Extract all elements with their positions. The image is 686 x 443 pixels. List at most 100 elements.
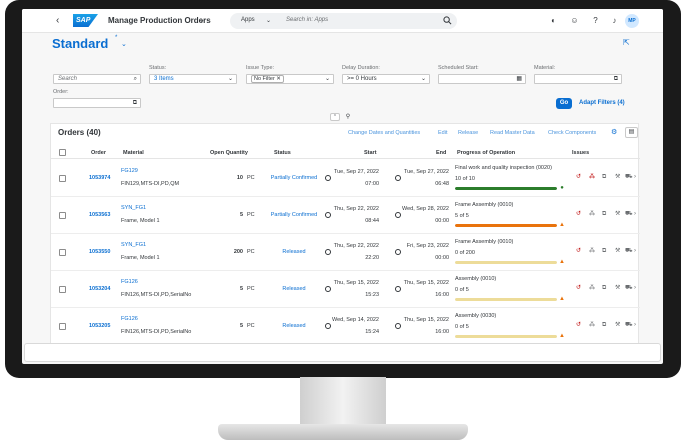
app-title[interactable]: Manage Production Orders: [108, 16, 211, 25]
order-link[interactable]: 1053204: [89, 286, 110, 292]
material-link[interactable]: FG129: [121, 168, 138, 174]
truck-icon[interactable]: ⛟: [625, 322, 633, 328]
pin-icon[interactable]: ⚲: [343, 113, 353, 121]
read-master-data-button[interactable]: Read Master Data: [490, 130, 535, 136]
tools-icon[interactable]: ⚒: [615, 248, 620, 254]
gear-icon[interactable]: ⚙: [611, 128, 617, 136]
start-filter-date[interactable]: ▦: [438, 74, 526, 84]
avatar[interactable]: MP: [625, 14, 639, 28]
material-link[interactable]: SYN_FG1: [121, 242, 146, 248]
edit-button[interactable]: Edit: [438, 130, 447, 136]
search-input[interactable]: Search in: Apps: [286, 17, 328, 23]
delay-icon[interactable]: ↺: [576, 285, 581, 291]
delay-icon[interactable]: ↺: [576, 248, 581, 254]
value-help-icon[interactable]: ⧉: [133, 99, 137, 107]
select-all-checkbox[interactable]: [59, 149, 66, 156]
shell-search[interactable]: Apps ⌄ Search in: Apps: [230, 13, 457, 29]
help-icon[interactable]: ?: [590, 15, 601, 26]
search-icon[interactable]: ⌕: [134, 75, 137, 83]
material-filter-input[interactable]: ⧉: [534, 74, 622, 84]
row-checkbox[interactable]: [59, 212, 66, 219]
adapt-filters-button[interactable]: Adapt Filters (4): [579, 100, 625, 106]
components-icon[interactable]: ⧉: [602, 174, 606, 180]
chevron-right-icon[interactable]: ›: [634, 211, 636, 217]
status-link[interactable]: Released: [257, 286, 331, 292]
col-start[interactable]: Start: [364, 150, 377, 156]
components-icon[interactable]: ⧉: [602, 248, 606, 254]
chevron-down-icon[interactable]: ⌄: [121, 40, 127, 48]
order-link[interactable]: 1053974: [89, 175, 110, 181]
search-scope-select[interactable]: Apps: [241, 17, 255, 23]
collapse-header-icon[interactable]: ⌃: [330, 113, 340, 121]
material-link[interactable]: SYN_FG1: [121, 205, 146, 211]
accessibility-icon[interactable]: ◐: [548, 15, 559, 26]
calendar-icon[interactable]: ▦: [516, 75, 522, 83]
filter-token[interactable]: No Filter ✕: [251, 75, 284, 83]
status-link[interactable]: Partially Confirmed: [257, 175, 331, 181]
view-settings-icon[interactable]: ▤: [625, 127, 638, 138]
table-row[interactable]: 1053205 FG126 FIN126,MTS-DI,PD,SerialNo …: [51, 308, 640, 345]
chevron-down-icon[interactable]: ⌄: [325, 75, 330, 83]
tools-icon[interactable]: ⚒: [615, 322, 620, 328]
share-icon[interactable]: ⇱: [623, 38, 630, 47]
status-link[interactable]: Released: [257, 249, 331, 255]
chevron-right-icon[interactable]: ›: [634, 174, 636, 180]
table-row[interactable]: 1053204 FG126 FIN126,MTS-DI,PD,SerialNo …: [51, 271, 640, 308]
col-material[interactable]: Material: [123, 150, 144, 156]
material-link[interactable]: FG126: [121, 279, 138, 285]
truck-icon[interactable]: ⛟: [625, 174, 633, 180]
tools-icon[interactable]: ⚒: [615, 211, 620, 217]
hierarchy-icon[interactable]: ⁂: [589, 285, 595, 291]
chevron-right-icon[interactable]: ›: [634, 248, 636, 254]
col-progress[interactable]: Progress of Operation: [457, 150, 515, 156]
components-icon[interactable]: ⧉: [602, 211, 606, 217]
order-link[interactable]: 1053205: [89, 323, 110, 329]
issue-filter-input[interactable]: No Filter ✕ ⌄: [246, 74, 334, 84]
chevron-down-icon[interactable]: ⌄: [228, 75, 233, 83]
chevron-right-icon[interactable]: ›: [634, 285, 636, 291]
release-button[interactable]: Release: [458, 130, 478, 136]
components-icon[interactable]: ⧉: [602, 322, 606, 328]
table-row[interactable]: 1053974 FG129 FIN129,MTS-DI,PD,QM 10 PC …: [51, 160, 640, 197]
chevron-right-icon[interactable]: ›: [634, 322, 636, 328]
status-link[interactable]: Partially Confirmed: [257, 212, 331, 218]
status-link[interactable]: Released: [257, 323, 331, 329]
order-link[interactable]: 1053563: [89, 212, 110, 218]
row-checkbox[interactable]: [59, 175, 66, 182]
col-issues[interactable]: Issues: [572, 150, 589, 156]
chevron-down-icon[interactable]: ⌄: [421, 75, 426, 83]
order-filter-input[interactable]: ⧉: [53, 98, 141, 108]
col-open-qty[interactable]: Open Quantity: [210, 150, 248, 156]
notification-icon[interactable]: ♪: [609, 15, 620, 26]
change-dates-button[interactable]: Change Dates and Quantities: [348, 130, 420, 136]
truck-icon[interactable]: ⛟: [625, 248, 633, 254]
table-row[interactable]: 1053550 SYN_FG1 Frame, Model 1 200 PC Re…: [51, 234, 640, 271]
hierarchy-icon[interactable]: ⁂: [589, 322, 595, 328]
hierarchy-icon[interactable]: ⁂: [589, 211, 595, 217]
delay-icon[interactable]: ↺: [576, 322, 581, 328]
row-checkbox[interactable]: [59, 249, 66, 256]
row-checkbox[interactable]: [59, 286, 66, 293]
table-row[interactable]: 1053563 SYN_FG1 Frame, Model 1 5 PC Part…: [51, 197, 640, 234]
truck-icon[interactable]: ⛟: [625, 285, 633, 291]
delay-icon[interactable]: ↺: [576, 174, 581, 180]
delay-filter-select[interactable]: >= 0 Hours ⌄: [342, 74, 430, 84]
hierarchy-icon[interactable]: ⁂: [589, 174, 595, 180]
row-checkbox[interactable]: [59, 323, 66, 330]
hierarchy-icon[interactable]: ⁂: [589, 248, 595, 254]
material-link[interactable]: FG126: [121, 316, 138, 322]
search-field[interactable]: Search ⌕: [53, 74, 141, 84]
truck-icon[interactable]: ⛟: [625, 211, 633, 217]
tools-icon[interactable]: ⚒: [615, 174, 620, 180]
check-components-button[interactable]: Check Components: [548, 130, 596, 136]
col-end[interactable]: End: [436, 150, 446, 156]
go-button[interactable]: Go: [556, 98, 572, 109]
col-status[interactable]: Status: [274, 150, 291, 156]
chevron-down-icon[interactable]: ⌄: [199, 16, 205, 24]
support-icon[interactable]: ☺: [569, 15, 580, 26]
back-icon[interactable]: ‹: [56, 15, 59, 26]
components-icon[interactable]: ⧉: [602, 285, 606, 291]
tools-icon[interactable]: ⚒: [615, 285, 620, 291]
chevron-down-icon[interactable]: ⌄: [266, 17, 271, 24]
variant-title[interactable]: Standard: [52, 36, 108, 51]
